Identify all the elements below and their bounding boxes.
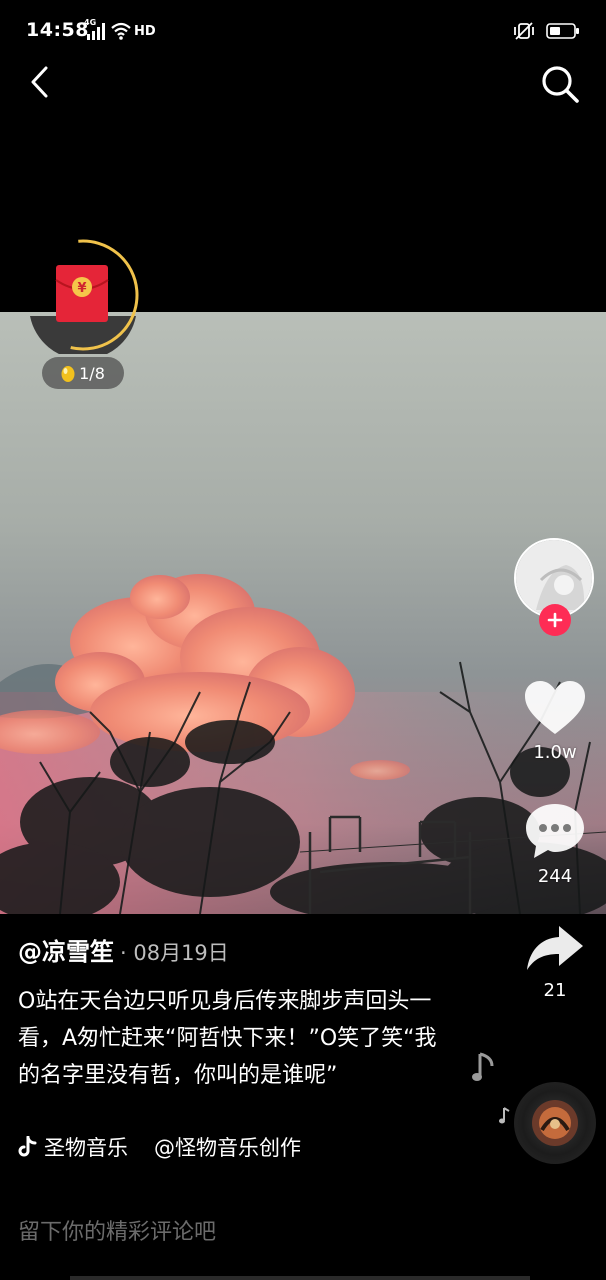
- comment-count: 244: [537, 866, 573, 887]
- back-icon: [31, 66, 48, 98]
- music-disc[interactable]: [514, 1082, 596, 1164]
- music-info[interactable]: 圣物音乐 @怪物音乐创作: [18, 1132, 301, 1162]
- signal-icon: 4G: [84, 18, 106, 41]
- heart-icon: [525, 681, 585, 734]
- back-button[interactable]: [22, 62, 62, 102]
- music-title: 圣物音乐: [44, 1136, 128, 1160]
- music-creator: @怪物音乐创作: [154, 1136, 301, 1160]
- status-bar: 14:58 4G HD: [0, 0, 606, 62]
- red-envelope-button[interactable]: ¥: [24, 236, 142, 360]
- battery-icon: [546, 22, 580, 40]
- egg-counter-label: 1/8: [79, 363, 105, 383]
- status-time: 14:58: [26, 19, 89, 41]
- comment-input[interactable]: 留下你的精彩评论吧: [18, 1214, 216, 1246]
- tiktok-note-icon: [18, 1136, 37, 1157]
- small-note-icon: [499, 1107, 510, 1124]
- album-cover: [532, 1100, 578, 1146]
- share-button[interactable]: 21: [512, 924, 598, 1001]
- post-date: · 08月19日: [120, 941, 229, 965]
- egg-counter: 1/8: [42, 357, 124, 389]
- svg-text:¥: ¥: [77, 281, 86, 296]
- plus-icon: [547, 612, 563, 628]
- follow-button[interactable]: [539, 604, 571, 636]
- music-note-icon: [472, 1052, 494, 1081]
- mute-vibrate-icon: [512, 21, 536, 41]
- comment-icon: [526, 804, 584, 858]
- comment-button[interactable]: 244: [512, 802, 598, 887]
- search-button[interactable]: [538, 62, 582, 106]
- share-arrow-icon: [527, 926, 583, 970]
- divider: [70, 1276, 530, 1280]
- like-button[interactable]: 1.0w: [512, 680, 598, 763]
- share-count: 21: [543, 980, 567, 1001]
- author-name[interactable]: @凉雪笙: [18, 932, 114, 967]
- hd-icon: HD: [134, 23, 156, 39]
- search-icon: [542, 66, 579, 103]
- post-caption: @凉雪笙 · 08月19日 O站在天台边只听见身后传来脚步声回头一看，A匆忙赶来…: [18, 932, 458, 1094]
- like-count: 1.0w: [533, 742, 577, 763]
- wifi-icon: [110, 21, 132, 41]
- red-envelope-icon: ¥: [55, 265, 109, 322]
- golden-egg-icon: [61, 366, 75, 382]
- caption-text: O站在天台边只听见身后传来脚步声回头一看，A匆忙赶来“阿哲快下来！”O笑了笑“我…: [18, 989, 437, 1088]
